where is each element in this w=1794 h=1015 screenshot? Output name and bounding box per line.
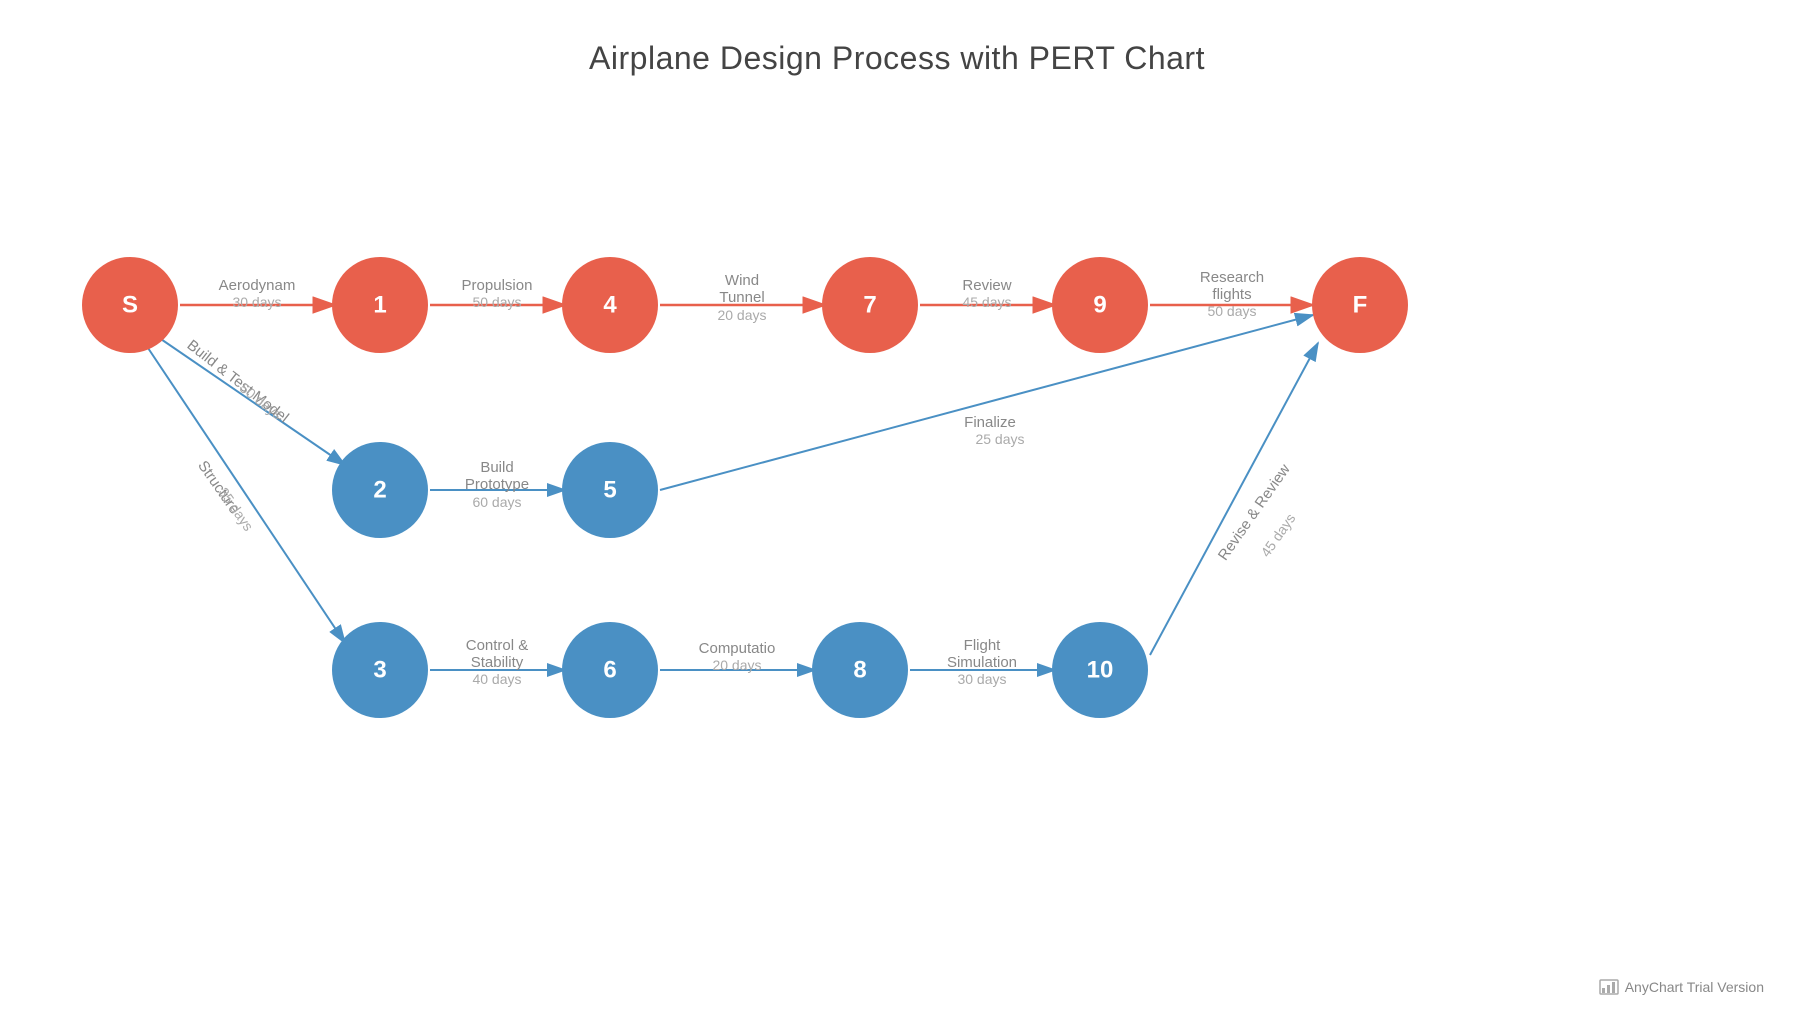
days-3-to-6: 40 days	[472, 671, 521, 687]
node-2: 2	[332, 442, 428, 538]
label-7-to-9: Review	[962, 277, 1011, 294]
node-7: 7	[822, 257, 918, 353]
pert-chart: Aerodynam 30 days Propulsion 50 days Win…	[0, 100, 1794, 980]
days-8-to-10: 30 days	[957, 671, 1006, 687]
days-6-to-8: 20 days	[712, 657, 761, 673]
node-8-label: 8	[853, 657, 866, 684]
days-10-to-f: 45 days	[1257, 510, 1298, 559]
node-7-label: 7	[863, 292, 876, 319]
days-s-to-1: 30 days	[232, 294, 281, 310]
node-9: 9	[1052, 257, 1148, 353]
watermark-icon	[1599, 979, 1619, 995]
edge-10-to-f	[1150, 343, 1318, 655]
node-f: F	[1312, 257, 1408, 353]
node-5-label: 5	[603, 477, 616, 504]
node-s: S	[82, 257, 178, 353]
days-2-to-5: 60 days	[472, 494, 521, 510]
node-6: 6	[562, 622, 658, 718]
node-s-label: S	[122, 292, 138, 319]
node-5: 5	[562, 442, 658, 538]
edge-5-to-f	[660, 315, 1313, 490]
watermark: AnyChart Trial Version	[1599, 979, 1764, 995]
label-9-to-f: Research	[1200, 269, 1264, 286]
label-4-to-7b: Tunnel	[719, 289, 764, 306]
node-9-label: 9	[1093, 292, 1106, 319]
label-3-to-6: Control &	[466, 637, 529, 654]
days-s-to-3: 35 days	[215, 484, 256, 533]
chart-area: Aerodynam 30 days Propulsion 50 days Win…	[0, 100, 1794, 980]
label-8-to-10b: Simulation	[947, 654, 1017, 671]
label-2-to-5b: Prototype	[465, 476, 529, 493]
days-4-to-7: 20 days	[717, 307, 766, 323]
node-6-label: 6	[603, 657, 616, 684]
node-1-label: 1	[373, 292, 386, 319]
node-10: 10	[1052, 622, 1148, 718]
label-9-to-fb: flights	[1212, 286, 1251, 303]
node-f-label: F	[1353, 292, 1368, 319]
chart-title: Airplane Design Process with PERT Chart	[0, 0, 1794, 77]
node-8: 8	[812, 622, 908, 718]
node-3: 3	[332, 622, 428, 718]
node-4-label: 4	[603, 292, 617, 319]
days-5-to-f: 25 days	[975, 431, 1024, 447]
node-1: 1	[332, 257, 428, 353]
label-5-to-f: Finalize	[964, 414, 1016, 431]
node-4: 4	[562, 257, 658, 353]
label-8-to-10: Flight	[964, 637, 1002, 654]
days-9-to-f: 50 days	[1207, 303, 1256, 319]
days-1-to-4: 50 days	[472, 294, 521, 310]
watermark-text: AnyChart Trial Version	[1625, 979, 1764, 995]
label-s-to-1: Aerodynam	[219, 277, 296, 294]
node-2-label: 2	[373, 477, 386, 504]
label-4-to-7: Wind	[725, 272, 759, 289]
label-1-to-4: Propulsion	[462, 277, 533, 294]
days-7-to-9: 45 days	[962, 294, 1011, 310]
node-10-label: 10	[1087, 657, 1114, 684]
label-6-to-8: Computatio	[699, 640, 776, 657]
label-2-to-5: Build	[480, 459, 513, 476]
label-3-to-6b: Stability	[471, 654, 524, 671]
node-3-label: 3	[373, 657, 386, 684]
